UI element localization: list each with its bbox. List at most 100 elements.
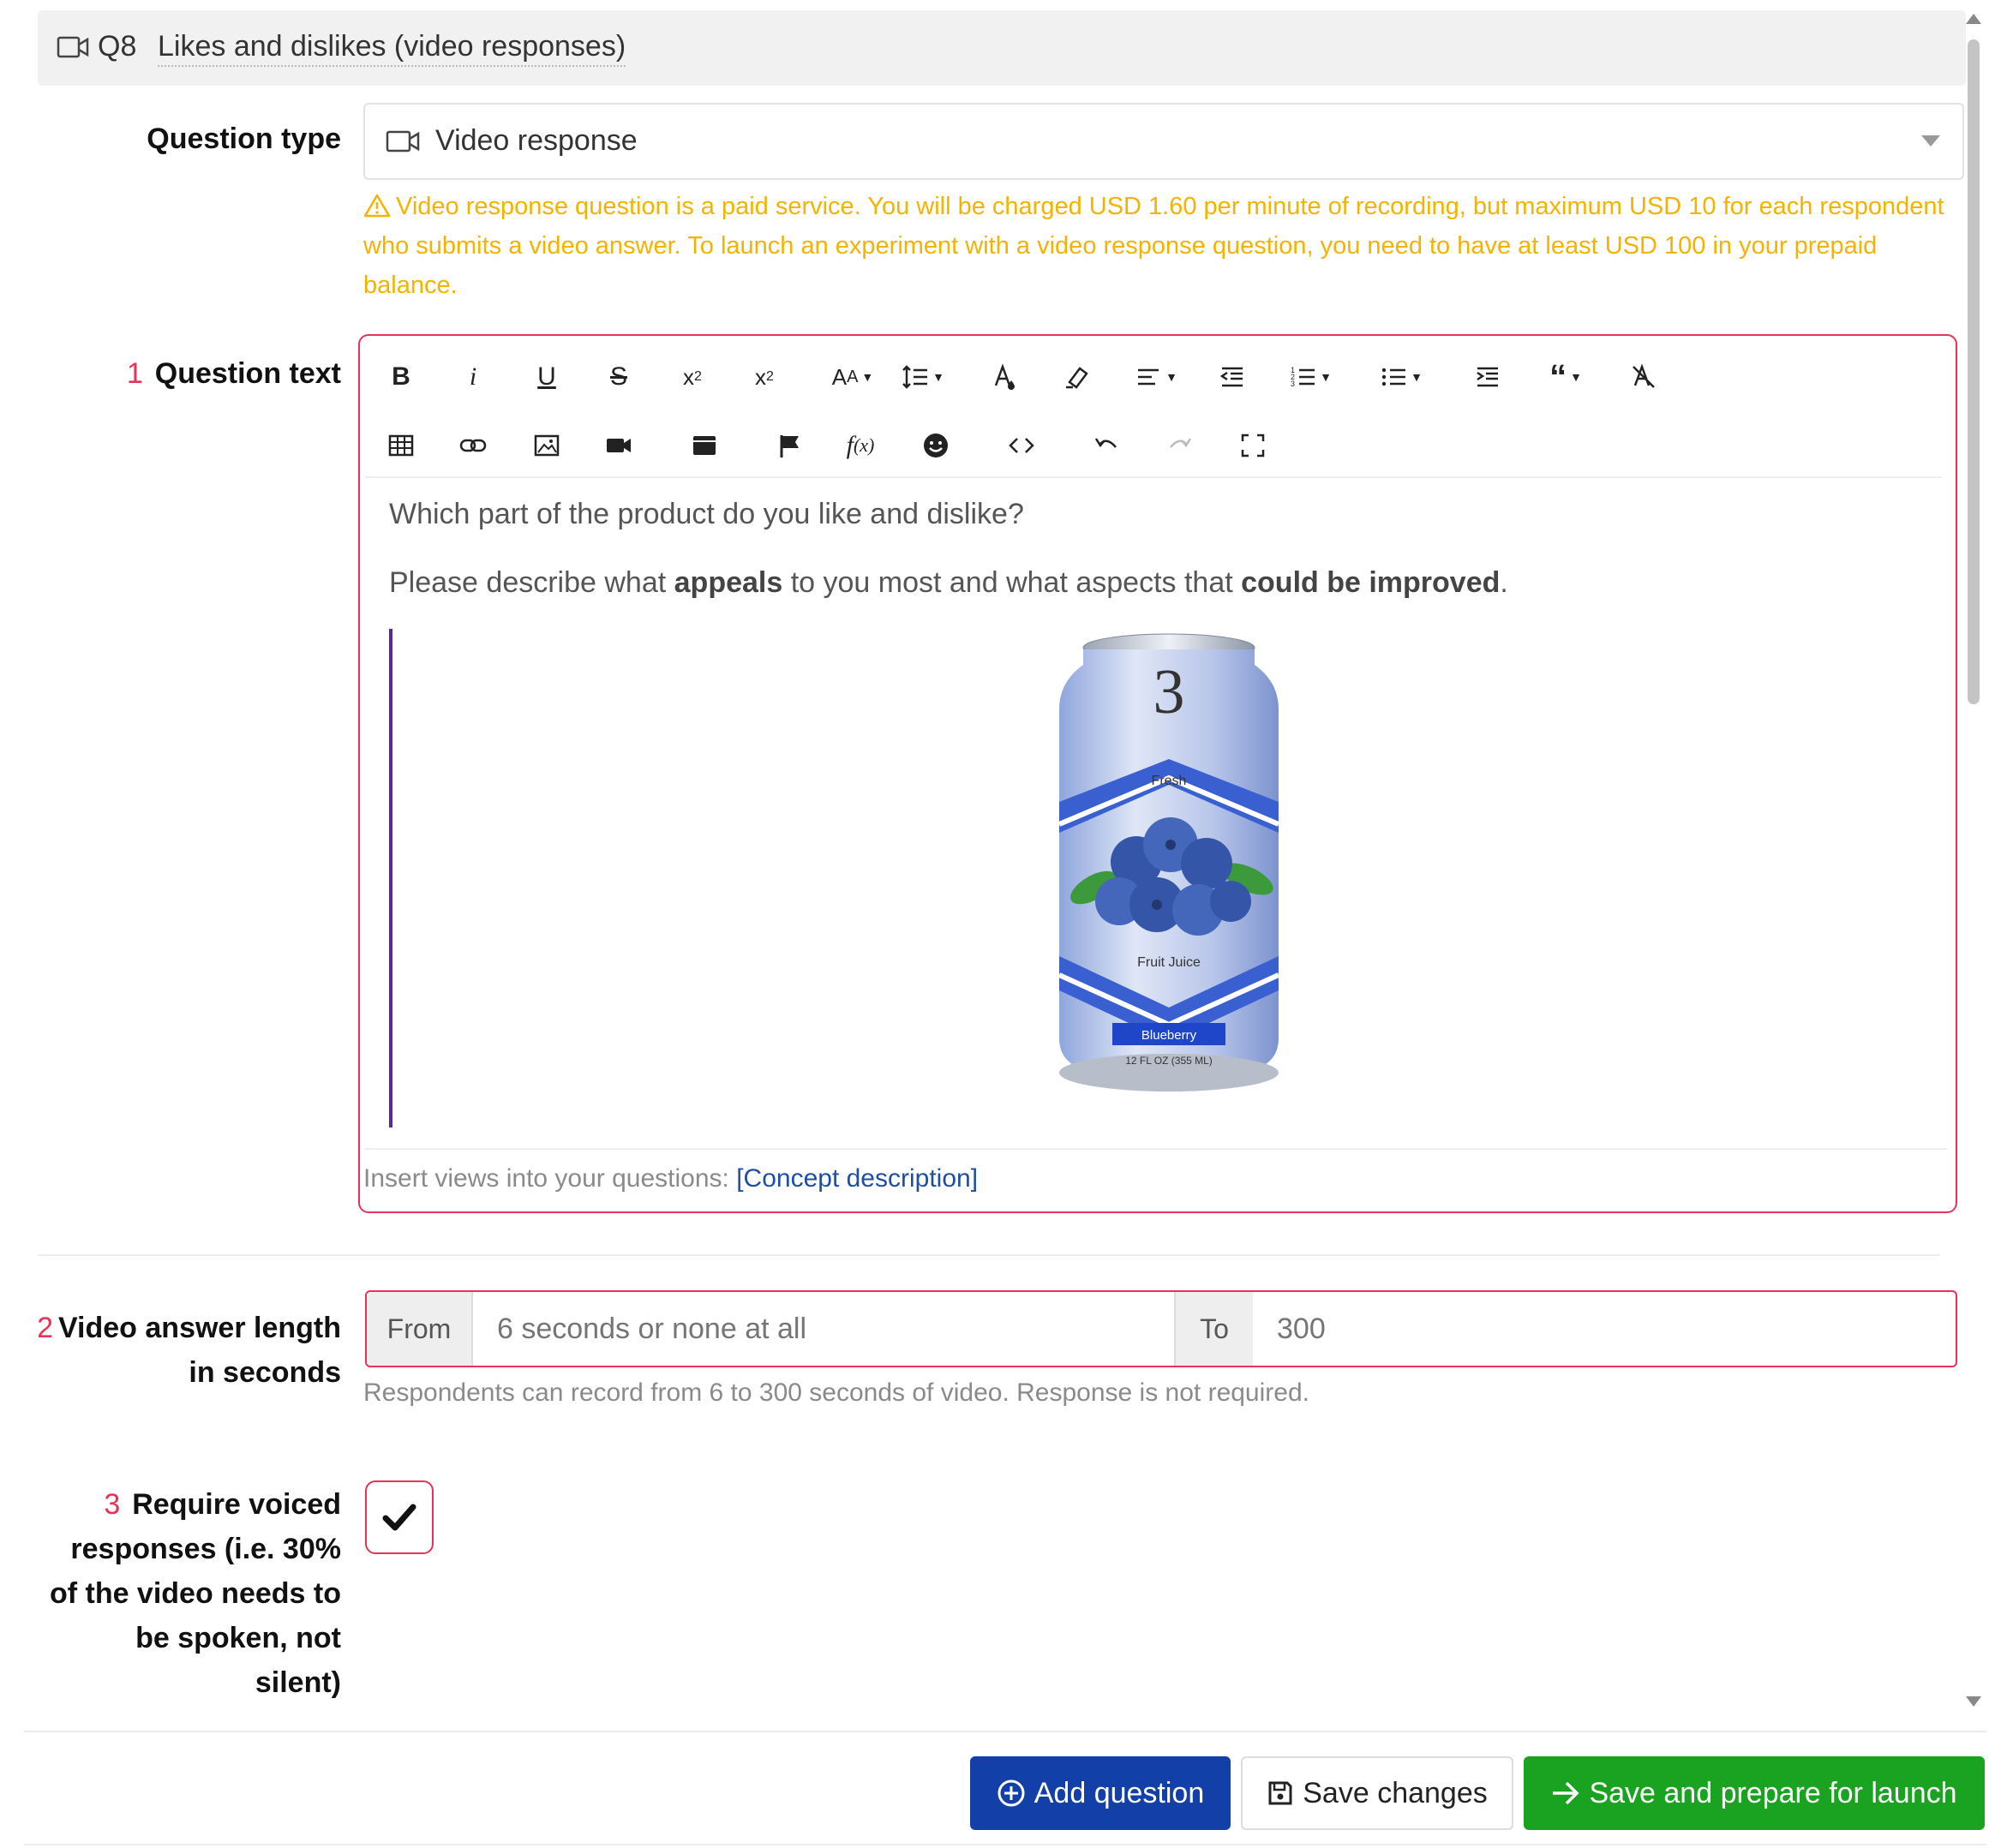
voiced-label: 3 Require voiced responses (i.e. 30% of t… (26, 1482, 341, 1705)
superscript-button[interactable]: x2 (740, 353, 788, 401)
indent-icon (1477, 367, 1498, 387)
table-button[interactable] (377, 422, 425, 469)
fullscreen-icon (1241, 434, 1265, 458)
bold-text-run: appeals (674, 566, 783, 599)
italic-button[interactable]: i (449, 353, 497, 401)
text-run: Please describe what (389, 566, 674, 599)
scrollbar-thumb[interactable] (1968, 39, 1980, 704)
can-middle-text: Fruit Juice (1137, 955, 1201, 970)
field-number: 2 (37, 1312, 53, 1344)
require-voiced-checkbox[interactable] (365, 1480, 434, 1554)
link-button[interactable] (449, 422, 497, 469)
video-length-label-line-2: in seconds (189, 1356, 341, 1389)
toolbar-divider (365, 476, 1942, 478)
unordered-list-button[interactable]: ▼ (1371, 353, 1431, 401)
add-question-button[interactable]: Add question (970, 1756, 1231, 1830)
question-text-line-1[interactable]: Which part of the product do you like an… (389, 493, 1024, 535)
highlighter-icon (1066, 367, 1088, 389)
arrow-right-icon (1553, 1781, 1579, 1805)
save-and-prepare-launch-button[interactable]: Save and prepare for launch (1524, 1756, 1985, 1830)
text-cursor-bar (389, 629, 392, 1127)
save-changes-button[interactable]: Save changes (1241, 1756, 1513, 1830)
undo-button[interactable] (1083, 422, 1131, 469)
bold-button[interactable]: B (377, 353, 425, 401)
emoji-button[interactable] (912, 422, 960, 469)
to-addon: To (1174, 1292, 1255, 1366)
rich-text-editor: B i U S x2 x2 A A ▼ ▼ ▼ 1 2 3 ▼ ▼ “▼ f (… (358, 334, 1957, 1213)
table-icon (388, 434, 414, 457)
redo-button[interactable] (1155, 422, 1203, 469)
voiced-label-line: be spoken, not (135, 1622, 341, 1654)
redo-icon (1170, 438, 1192, 448)
footer-divider (24, 1731, 1986, 1732)
svg-text:3: 3 (1291, 380, 1295, 388)
video-button[interactable] (595, 422, 643, 469)
clear-format-icon (1633, 363, 1655, 388)
field-number: 3 (104, 1488, 121, 1521)
highlight-button[interactable] (1052, 353, 1100, 401)
section-divider (38, 1254, 1940, 1256)
concept-description-link[interactable]: [Concept description] (736, 1164, 978, 1193)
font-size-button[interactable]: A A ▼ (823, 353, 883, 401)
question-text-label-text: Question text (154, 357, 341, 390)
insert-views-prefix: Insert views into your questions: (363, 1164, 729, 1193)
video-camera-icon (386, 130, 420, 153)
question-title[interactable]: Likes and dislikes (video responses) (158, 27, 626, 67)
question-type-value: Video response (435, 124, 638, 157)
outdent-button[interactable] (1208, 353, 1256, 401)
voiced-label-line: of the video needs to (49, 1577, 341, 1610)
underline-button[interactable]: U (523, 353, 571, 401)
align-button[interactable]: ▼ (1126, 353, 1186, 401)
voiced-label-line: responses (i.e. 30% (70, 1533, 341, 1565)
paid-service-warning: Video response question is a paid servic… (363, 187, 1949, 305)
unordered-list-icon (1381, 368, 1406, 386)
video-length-label: 2 Video answer length in seconds (17, 1306, 341, 1395)
line-height-icon (902, 365, 928, 389)
subscript-button[interactable]: x2 (668, 353, 716, 401)
video-icon (607, 439, 631, 452)
save-changes-label: Save changes (1303, 1777, 1488, 1809)
image-button[interactable] (523, 422, 571, 469)
link-icon (459, 439, 487, 452)
fullscreen-button[interactable] (1229, 422, 1277, 469)
indent-button[interactable] (1464, 353, 1512, 401)
plus-circle-icon (998, 1779, 1025, 1807)
editor-bottom-divider (365, 1148, 1947, 1150)
add-question-label: Add question (1033, 1777, 1205, 1809)
formula-button[interactable]: f (x) (836, 422, 884, 469)
checkmark-icon (382, 1504, 416, 1531)
undo-icon (1094, 438, 1117, 448)
video-camera-icon (57, 36, 89, 58)
media-icon (693, 436, 716, 455)
to-seconds-input[interactable] (1253, 1292, 1952, 1366)
scroll-down-arrow-icon[interactable] (1966, 1696, 1981, 1707)
media-button[interactable] (680, 422, 728, 469)
bold-text-run: could be improved (1241, 566, 1501, 599)
text-color-button[interactable] (980, 353, 1028, 401)
flag-button[interactable] (766, 422, 814, 469)
voiced-label-line: silent) (255, 1666, 341, 1699)
scroll-up-arrow-icon[interactable] (1966, 14, 1981, 24)
product-image-blueberry-can[interactable]: 3 Fresh Fruit Juice Blueberry 12 FL OZ (… (1042, 631, 1296, 1110)
align-left-icon (1138, 368, 1159, 386)
clear-format-button[interactable] (1620, 353, 1668, 401)
brand-mark: 3 (1153, 657, 1185, 727)
question-type-label: Question type (147, 123, 341, 155)
question-text-line-2[interactable]: Please describe what appeals to you most… (389, 562, 1508, 603)
from-seconds-input[interactable] (473, 1292, 1174, 1366)
ordered-list-button[interactable]: 1 2 3 ▼ (1280, 353, 1340, 401)
video-length-input-group: From To (365, 1290, 1957, 1367)
voiced-label-line: Require voiced (132, 1488, 341, 1521)
line-height-button[interactable]: ▼ (893, 353, 953, 401)
chevron-down-icon (1921, 135, 1940, 147)
warning-text: Video response question is a paid servic… (363, 193, 1944, 299)
text-color-icon (994, 363, 1015, 390)
can-flavor-text: Blueberry (1141, 1028, 1197, 1043)
field-number: 1 (126, 357, 143, 390)
code-view-button[interactable] (998, 422, 1045, 469)
quote-button[interactable]: “▼ (1536, 353, 1596, 401)
strikethrough-button[interactable]: S (595, 353, 643, 401)
can-volume-text: 12 FL OZ (355 ML) (1125, 1055, 1213, 1067)
video-length-label-line-1: Video answer length (57, 1312, 341, 1344)
question-type-select[interactable]: Video response (363, 103, 1964, 180)
